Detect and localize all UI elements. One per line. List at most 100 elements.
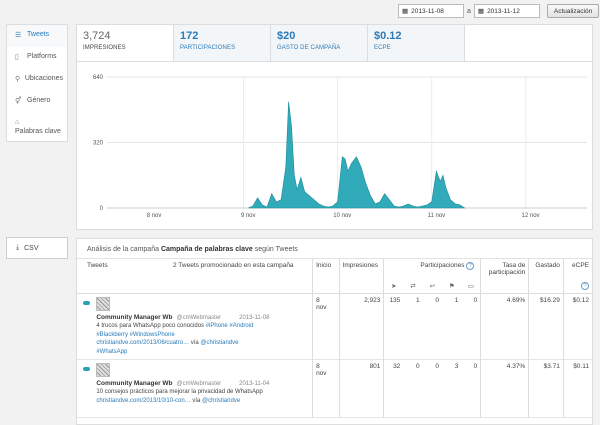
- campaign-table-panel: Análisis de la campaña Campaña de palabr…: [76, 238, 593, 425]
- cell-replies: 0: [435, 363, 440, 370]
- tweet-via: vía: [189, 340, 201, 346]
- tab-gasto[interactable]: $20 GASTO DE CAMPAÑA: [271, 25, 368, 61]
- retweet-icon: ⇄: [403, 279, 423, 294]
- y-tick-label: 640: [93, 75, 104, 81]
- y-tick-label: 320: [93, 141, 104, 147]
- favorite-icon: ▭: [461, 279, 481, 294]
- table-row[interactable]: Community Manager Wb @cmWebmaster 2013-1…: [77, 359, 592, 418]
- tweet-handle[interactable]: @cmWebmaster: [177, 381, 222, 387]
- status-dot: [83, 301, 90, 305]
- y-tick-label: 0: [100, 206, 104, 212]
- impressions-chart: 640 320 0 8 nov 9 nov 10 nov 11 nov 12 nov: [77, 63, 594, 231]
- date-range: ▦ 2013-11-08 a ▦ 2013-11-12 Actualizació…: [398, 4, 600, 18]
- tweet-cell: Community Manager Wb @cmWebmaster 2013-1…: [93, 294, 312, 360]
- help-icon[interactable]: ?: [466, 262, 475, 270]
- header-tasa[interactable]: Tasa de participación: [480, 259, 529, 279]
- sidebar: ☰ Tweets ▯ Platforms ⚲ Ubicaciones ⚥ Gén…: [6, 24, 68, 142]
- tab-value: $0.12: [374, 30, 402, 42]
- sidebar-item-label: Tweets: [27, 31, 50, 38]
- tweet-mentions[interactable]: @christiandve: [202, 398, 240, 404]
- gender-icon: ⚥: [15, 98, 22, 105]
- sidebar-item-label: Palabras clave: [15, 128, 61, 135]
- x-tick-label: 12 nov: [522, 213, 540, 219]
- cell-impresiones: 801: [338, 359, 384, 418]
- avatar: [96, 297, 111, 311]
- tweet-text-plain: 4 trucos para WhatsApp poco conocidos: [96, 323, 206, 329]
- x-tick-label: 11 nov: [428, 213, 446, 219]
- cell-favorites: 0: [473, 363, 478, 370]
- cell-favorites: 0: [473, 297, 478, 304]
- tweet-author[interactable]: Community Manager Wb: [96, 380, 172, 387]
- sidebar-item-palabras-clave[interactable]: ⌂ Palabras clave: [7, 113, 67, 141]
- tweet-author[interactable]: Community Manager Wb: [96, 314, 172, 321]
- calendar-icon: ▦: [402, 8, 409, 15]
- caption-prefix: Análisis de la campaña: [87, 246, 159, 253]
- tab-value: $20: [277, 30, 296, 42]
- tab-impresiones[interactable]: 3,724 IMPRESIONES: [77, 25, 174, 61]
- cell-retweets: 0: [416, 363, 420, 370]
- date-separator: a: [467, 7, 471, 15]
- participaciones-label: Participaciones: [420, 262, 465, 269]
- tab-spacer: [465, 25, 592, 61]
- cell-ecpe: $0.11: [562, 359, 592, 418]
- sidebar-item-label: Platforms: [27, 53, 57, 60]
- sidebar-item-ubicaciones[interactable]: ⚲ Ubicaciones: [7, 69, 67, 91]
- header-promoted: 2 Tweets promocionado en esta campaña: [172, 262, 294, 269]
- download-icon: ⤓: [16, 244, 20, 251]
- cursor-icon: ➤: [383, 279, 404, 294]
- update-button[interactable]: Actualización: [546, 4, 600, 18]
- tab-value: 3,724: [83, 30, 111, 42]
- sidebar-item-genero[interactable]: ⚥ Género: [7, 91, 67, 113]
- start-date-value: 2013-11-08: [411, 7, 444, 15]
- metrics-panel: 3,724 IMPRESIONES 172 PARTICIPACIONES $2…: [76, 24, 593, 230]
- sidebar-item-tweets[interactable]: ☰ Tweets: [7, 25, 67, 47]
- sidebar-item-platforms[interactable]: ▯ Platforms: [7, 47, 67, 69]
- cell-ecpe: $0.12: [562, 293, 592, 360]
- campaign-table: Tweets 2 Tweets promocionado en esta cam…: [77, 259, 592, 418]
- sidebar-item-label: Ubicaciones: [24, 75, 63, 82]
- tweet-links[interactable]: christiandve.com/2013/10/10-con…: [96, 398, 190, 404]
- csv-label: CSV: [24, 244, 39, 252]
- calendar-icon: ▦: [477, 8, 485, 15]
- header-inicio[interactable]: Inicio: [312, 259, 340, 279]
- cell-clicks: 32: [383, 359, 404, 418]
- tab-value: 172: [180, 30, 199, 42]
- tab-label: PARTICIPACIONES: [180, 45, 236, 51]
- header-gastado[interactable]: Gastado: [528, 259, 564, 279]
- tab-label: GASTO DE CAMPAÑA: [277, 45, 341, 51]
- cell-tasa: 4.69%: [480, 293, 529, 360]
- header-ecpe[interactable]: eCPE: [562, 259, 592, 279]
- end-date-input[interactable]: ▦ 2013-11-12: [473, 4, 540, 18]
- tweet-date: 2013-11-04: [239, 381, 270, 387]
- cell-gastado: $16.29: [528, 293, 564, 360]
- tab-label: ECPE: [374, 45, 391, 51]
- cell-replies: 0: [435, 297, 440, 304]
- tweet-text: 4 trucos para WhatsApp poco conocidos #i…: [96, 322, 266, 356]
- header-impresiones[interactable]: Impresiones: [338, 259, 384, 279]
- csv-download-button[interactable]: ⤓ CSV: [6, 237, 68, 259]
- cell-inicio: 8 nov: [312, 293, 340, 360]
- caption-campaign: Campaña de palabras clave: [160, 246, 253, 253]
- device-icon: ▯: [15, 54, 19, 61]
- map-pin-icon: ⚲: [15, 76, 21, 83]
- x-tick-label: 9 nov: [241, 213, 256, 219]
- cell-follows: 1: [454, 297, 459, 304]
- header-participaciones[interactable]: Participaciones ?: [383, 259, 481, 279]
- tweet-handle[interactable]: @cmWebmaster: [177, 315, 222, 321]
- cell-clicks: 135: [383, 293, 404, 360]
- cell-impresiones: 2,923: [338, 293, 384, 360]
- help-icon[interactable]: ?: [581, 282, 589, 290]
- tweet-text-plain: 10 consejos prácticos para mejorar la pr…: [96, 389, 263, 395]
- caption-suffix: según Tweets: [254, 246, 298, 253]
- table-row[interactable]: Community Manager Wb @cmWebmaster 2013-1…: [77, 293, 592, 360]
- tab-ecpe[interactable]: $0.12 ECPE: [368, 25, 465, 61]
- end-date-value: 2013-11-12: [487, 7, 520, 15]
- cell-retweets: 1: [416, 297, 420, 304]
- tab-label: IMPRESIONES: [83, 45, 126, 51]
- follow-icon: ⚑: [442, 279, 462, 294]
- x-tick-label: 8 nov: [147, 213, 162, 219]
- start-date-input[interactable]: ▦ 2013-11-08: [398, 4, 464, 18]
- tab-participaciones[interactable]: 172 PARTICIPACIONES: [174, 25, 271, 61]
- cell-tasa: 4.37%: [480, 359, 529, 418]
- chart-svg: 640 320 0 8 nov 9 nov 10 nov 11 nov 12 nov: [93, 75, 587, 219]
